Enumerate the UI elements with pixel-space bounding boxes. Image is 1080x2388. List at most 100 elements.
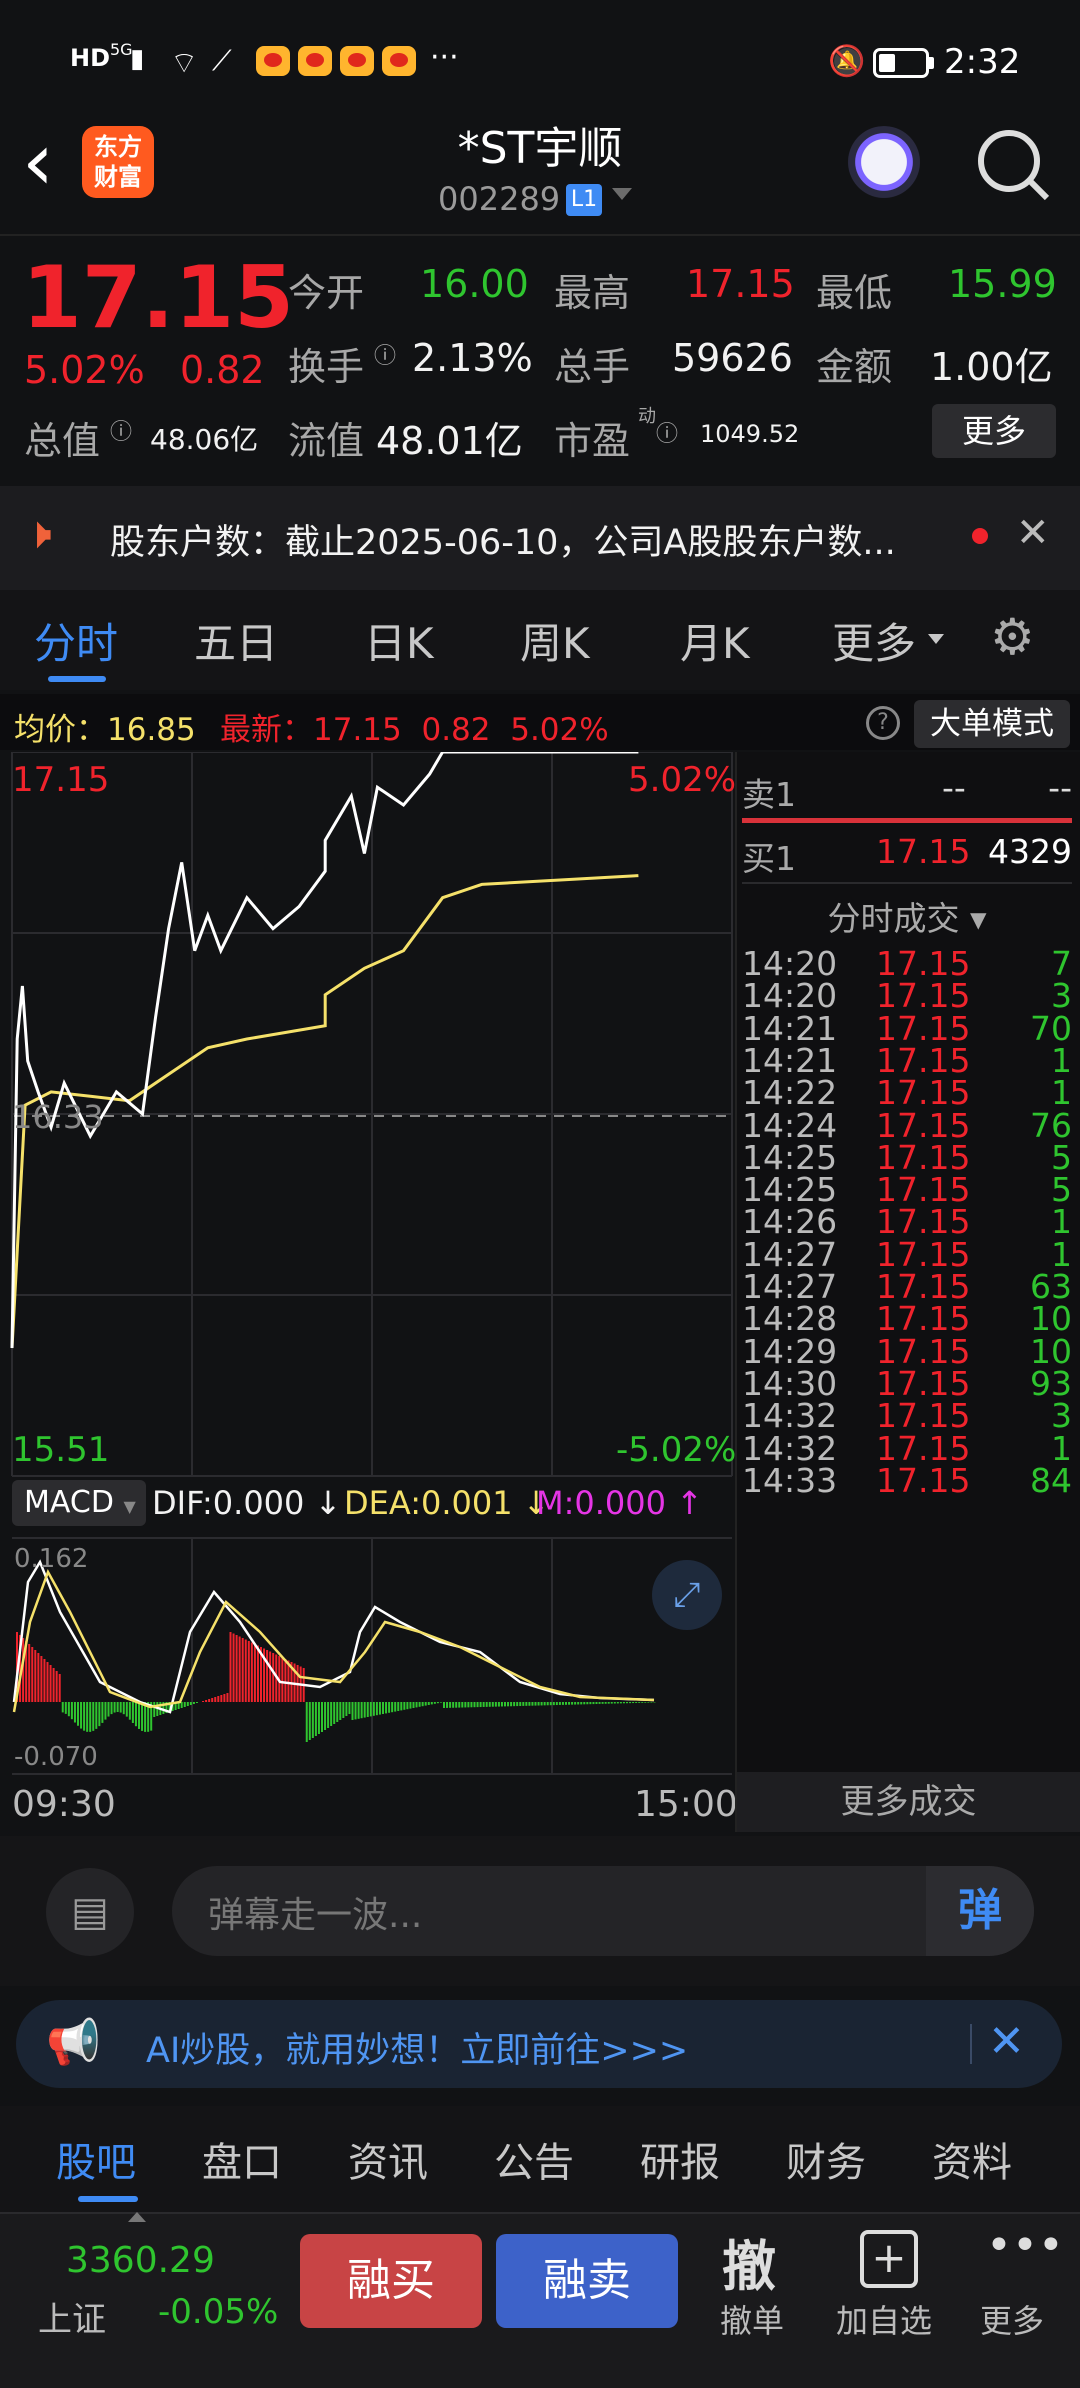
more-dots-icon[interactable]: ••• xyxy=(986,2220,1064,2271)
back-icon[interactable]: ‹ xyxy=(22,122,54,202)
tab-week-k[interactable]: 周K xyxy=(520,610,590,671)
more-label[interactable]: 更多 xyxy=(980,2296,1044,2342)
tab-more[interactable]: 更多 xyxy=(832,610,916,671)
macd-bar xyxy=(183,1702,186,1707)
cancel-order-icon[interactable]: 撤 xyxy=(722,2222,776,2301)
macd-bar xyxy=(534,1702,537,1706)
ai-assistant-icon[interactable] xyxy=(844,126,924,206)
macd-bar xyxy=(433,1702,436,1704)
macd-bar xyxy=(220,1695,223,1702)
index-value[interactable]: 3360.29 xyxy=(66,2240,215,2281)
level-dropdown-icon[interactable] xyxy=(612,188,632,200)
margin-sell-button[interactable]: 融卖 xyxy=(496,2234,678,2328)
macd-selector-label: MACD xyxy=(24,1485,114,1520)
logo-text: 东方 财富 xyxy=(94,133,142,191)
macd-bar xyxy=(336,1702,339,1722)
macd-bar xyxy=(406,1702,409,1710)
macd-bar xyxy=(403,1702,406,1710)
intraday-chart[interactable] xyxy=(0,752,735,1842)
macd-bar xyxy=(366,1702,369,1717)
expand-icon[interactable]: ⤢ xyxy=(652,1560,722,1630)
price-grid xyxy=(11,752,733,1477)
chevron-up-icon[interactable] xyxy=(128,2212,146,2222)
info-icon[interactable]: ⓘ xyxy=(374,338,396,370)
margin-buy-button[interactable]: 融买 xyxy=(300,2234,482,2328)
tab-day-k[interactable]: 日K xyxy=(364,610,434,671)
ad-text[interactable]: AI炒股，就用妙想！立即前往>>> xyxy=(146,2022,688,2073)
tab-five-day[interactable]: 五日 xyxy=(194,610,278,671)
close-ad-icon[interactable]: ✕ xyxy=(988,2016,1025,2067)
macd-grid xyxy=(12,1537,732,1775)
macd-bar xyxy=(372,1702,375,1716)
latest-label: 最新： xyxy=(220,712,313,748)
tab-pankou[interactable]: 盘口 xyxy=(202,2130,282,2188)
open-label: 今开 xyxy=(288,271,365,315)
tab-finance[interactable]: 财务 xyxy=(786,2130,866,2188)
tab-guba[interactable]: 股吧 xyxy=(56,2130,136,2188)
macd-bar xyxy=(321,1702,323,1732)
trades-header[interactable]: 分时成交 ▾ xyxy=(742,892,1072,940)
macd-bar xyxy=(647,1702,650,1703)
danmaku-input[interactable]: 弹幕走一波... xyxy=(208,1886,422,1938)
macd-bar xyxy=(138,1702,140,1729)
macd-bar xyxy=(83,1702,86,1731)
sell1-volume: -- xyxy=(1048,768,1072,807)
macd-bar xyxy=(324,1702,327,1730)
tab-profile[interactable]: 资料 xyxy=(932,2130,1012,2188)
notice-text[interactable]: 股东户数：截止2025-06-10，公司A股股东户数... xyxy=(110,514,896,565)
index-percent[interactable]: -0.05% xyxy=(158,2292,278,2332)
macd-bar xyxy=(107,1702,110,1717)
info-icon[interactable]: ⓘ xyxy=(656,416,678,448)
active-tab-indicator xyxy=(48,676,106,682)
tab-fenshi[interactable]: 分时 xyxy=(34,610,118,671)
info-icon[interactable]: ⓘ xyxy=(110,414,132,446)
tab-announcements[interactable]: 公告 xyxy=(494,2130,574,2188)
macd-bar xyxy=(77,1702,79,1726)
macd-bar xyxy=(330,1702,333,1726)
price-line-path xyxy=(10,752,639,1349)
chart-top-price: 17.15 xyxy=(12,760,110,800)
mute-icon: 🔕 xyxy=(828,44,866,79)
close-notice-icon[interactable]: ✕ xyxy=(1016,510,1050,556)
danmaku-send-button[interactable]: 弹 xyxy=(926,1866,1034,1956)
cancel-order-label[interactable]: 撤单 xyxy=(720,2296,784,2342)
macd-bar xyxy=(516,1702,519,1707)
macd-bar xyxy=(116,1702,119,1713)
macd-bar xyxy=(80,1702,83,1729)
danmaku-settings-icon[interactable]: ▤ xyxy=(46,1868,134,1956)
tab-month-k[interactable]: 月K xyxy=(680,610,750,671)
macd-bar xyxy=(226,1693,229,1702)
macd-bar xyxy=(531,1702,534,1706)
app-logo[interactable]: 东方 财富 xyxy=(82,126,154,198)
tab-research[interactable]: 研报 xyxy=(640,2130,720,2188)
avg-value: 16.85 xyxy=(107,712,196,748)
macd-bar xyxy=(421,1702,424,1707)
index-name[interactable]: 上证 xyxy=(38,2292,106,2341)
macd-bar xyxy=(180,1702,183,1708)
add-watchlist-icon[interactable]: + xyxy=(860,2230,918,2288)
more-trades-button[interactable]: 更多成交 xyxy=(737,1772,1080,1832)
macd-bar xyxy=(131,1702,134,1724)
level-badge[interactable]: L1 xyxy=(566,184,602,216)
x-axis-start: 09:30 xyxy=(12,1784,116,1825)
macd-dea-value: DEA:0.001 ↓ xyxy=(344,1484,550,1522)
macd-bar xyxy=(208,1699,211,1702)
amount-label: 金额 xyxy=(816,345,893,389)
tab-news[interactable]: 资讯 xyxy=(348,2130,428,2188)
settings-icon[interactable]: ⚙ xyxy=(990,608,1035,666)
turnover-value: 2.13% xyxy=(412,336,533,380)
help-icon[interactable]: ? xyxy=(866,706,900,740)
macd-bar xyxy=(186,1702,189,1706)
big-order-mode-button[interactable]: 大单模式 xyxy=(914,700,1070,748)
macd-bar xyxy=(153,1702,156,1717)
macd-bar xyxy=(400,1702,403,1711)
macd-bar xyxy=(269,1651,272,1702)
macd-bar xyxy=(357,1702,360,1719)
tab-more-dropdown-icon[interactable] xyxy=(928,634,944,644)
more-quote-button[interactable]: 更多 xyxy=(932,404,1056,458)
macd-bar xyxy=(28,1644,31,1702)
add-watchlist-label[interactable]: 加自选 xyxy=(836,2296,932,2342)
macd-bar xyxy=(67,1702,70,1717)
macd-selector[interactable]: MACD ▼ xyxy=(12,1480,146,1526)
macd-bar xyxy=(641,1702,644,1703)
